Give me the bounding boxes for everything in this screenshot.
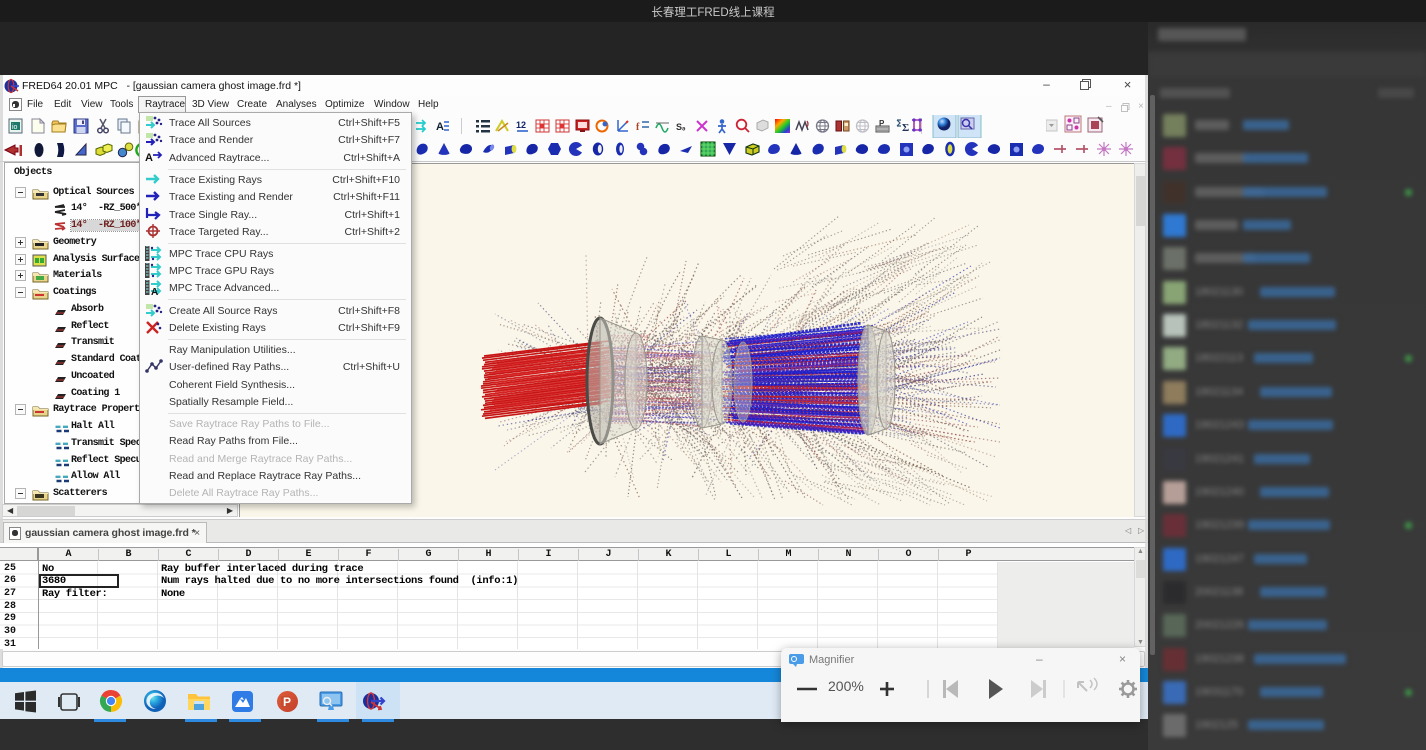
svg-text:Sₔ: Sₔ: [676, 122, 686, 132]
svg-text:P: P: [879, 119, 885, 128]
svg-text:io: io: [12, 124, 18, 131]
svg-text:P: P: [283, 695, 291, 709]
svg-text:Σ: Σ: [902, 122, 909, 134]
svg-text:A: A: [436, 121, 444, 133]
svg-text:12: 12: [516, 120, 526, 130]
svg-text:f: f: [636, 122, 640, 133]
svg-text:A: A: [151, 287, 158, 295]
svg-text:A: A: [145, 152, 153, 164]
